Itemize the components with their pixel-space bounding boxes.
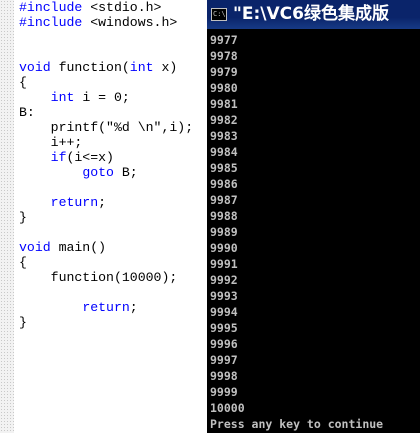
console-output: 9977 9978 9979 9980 9981 9982 9983 9984 9985 9986… <box>210 32 420 432</box>
editor-gutter <box>0 0 14 433</box>
code-line: void function(int x) <box>19 60 193 75</box>
code-keyword: int <box>50 90 75 105</box>
code-text: B: <box>19 105 35 120</box>
code-text: printf("%d \n",i); <box>19 120 194 135</box>
code-line: int i = 0; <box>19 90 193 105</box>
code-text: (i<=x) <box>66 150 114 165</box>
console-output-line: 9993 <box>210 289 238 303</box>
code-text: i++; <box>19 135 83 150</box>
code-line: #include <windows.h> <box>19 15 193 30</box>
code-line: { <box>19 255 193 270</box>
console-output-line: 9995 <box>210 321 238 335</box>
code-text: B; <box>113 165 138 180</box>
code-line: i++; <box>19 135 193 150</box>
console-app-icon: C:\ <box>211 8 227 21</box>
console-output-line: 9978 <box>210 49 238 63</box>
code-text: <stdio.h> <box>82 0 162 15</box>
code-line: if(i<=x) <box>19 150 193 165</box>
console-output-line: 9992 <box>210 273 238 287</box>
code-line: { <box>19 75 193 90</box>
code-line: #include <stdio.h> <box>19 0 193 15</box>
console-output-line: 9983 <box>210 129 238 143</box>
console-output-line: 9984 <box>210 145 238 159</box>
code-text: x) <box>153 60 178 75</box>
code-line: function(10000); <box>19 270 193 285</box>
console-output-line: 9985 <box>210 161 238 175</box>
code-keyword: if <box>50 150 67 165</box>
console-output-line: 9988 <box>210 209 238 223</box>
code-text: function(10000); <box>19 270 178 285</box>
console-output-line: 9990 <box>210 241 238 255</box>
console-output-line: 9996 <box>210 337 238 351</box>
code-line: return; <box>19 195 193 210</box>
code-text: function( <box>50 60 130 75</box>
code-text: } <box>19 210 27 225</box>
code-text: <windows.h> <box>82 15 178 30</box>
code-keyword: return <box>50 195 99 210</box>
source-code[interactable]: #include <stdio.h> #include <windows.h> vo… <box>19 0 193 330</box>
code-line: } <box>19 210 193 225</box>
code-keyword: void <box>19 240 51 255</box>
console-output-line: 9991 <box>210 257 238 271</box>
console-output-line: 9987 <box>210 193 238 207</box>
code-keyword: int <box>129 60 154 75</box>
code-text: ; <box>129 300 138 315</box>
console-output-line: 9979 <box>210 65 238 79</box>
code-keyword: #include <box>19 15 83 30</box>
console-output-line: 9997 <box>210 353 238 367</box>
console-output-line: 9998 <box>210 369 238 383</box>
code-text: ; <box>98 195 107 210</box>
code-keyword: goto <box>82 165 114 180</box>
code-text: { <box>19 255 27 270</box>
code-text: } <box>19 315 27 330</box>
console-output-line: 9981 <box>210 97 238 111</box>
console-output-line: 9989 <box>210 225 238 239</box>
code-text: i = 0; <box>74 90 130 105</box>
console-output-line: 9986 <box>210 177 238 191</box>
console-output-line: Press any key to continue <box>210 417 384 431</box>
code-text: main() <box>50 240 107 255</box>
console-output-line: 10000 <box>210 401 245 415</box>
code-line: void main() <box>19 240 193 255</box>
code-keyword: return <box>82 300 130 315</box>
console-output-line: 9994 <box>210 305 238 319</box>
code-keyword: void <box>19 60 51 75</box>
console-title: "E:\VC6绿色集成版 <box>233 4 389 24</box>
console-output-line: 9982 <box>210 113 238 127</box>
code-text: { <box>19 75 27 90</box>
code-line: goto B; <box>19 165 193 180</box>
console-output-line: 9999 <box>210 385 238 399</box>
console-window[interactable]: C:\ "E:\VC6绿色集成版 9977 9978 9979 9980 9981 998… <box>207 0 420 433</box>
console-output-line: 9977 <box>210 33 238 47</box>
code-keyword: #include <box>19 0 83 15</box>
code-line: B: <box>19 105 193 120</box>
code-line: return; <box>19 300 193 315</box>
code-line: printf("%d \n",i); <box>19 120 193 135</box>
code-editor[interactable]: #include <stdio.h> #include <windows.h> vo… <box>0 0 207 433</box>
console-output-line: 9980 <box>210 81 238 95</box>
console-title-bar[interactable]: C:\ "E:\VC6绿色集成版 <box>207 0 420 29</box>
code-line: } <box>19 315 193 330</box>
